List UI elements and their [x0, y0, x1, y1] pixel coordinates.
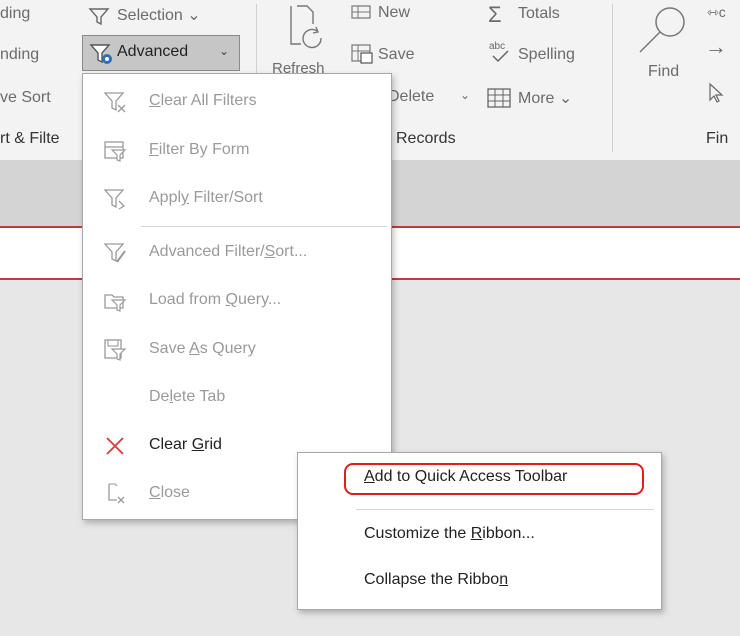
delete-button-label[interactable]: Delete — [388, 88, 434, 106]
menu-item-label: Advanced Filter/Sort... — [149, 243, 308, 260]
apply-filter-icon — [103, 189, 126, 210]
menu-item-filter-by-form[interactable]: Filter By Form — [83, 127, 391, 175]
menu-item-label: Clear All Filters — [149, 92, 257, 109]
chevron-down-icon: ⌄ — [219, 44, 230, 58]
more-button-label[interactable]: More ⌄ — [518, 88, 572, 108]
advanced-filter-icon — [89, 44, 112, 64]
select-pointer-icon[interactable] — [707, 82, 725, 104]
menu-item-advanced-filter-sort[interactable]: Advanced Filter/Sort... — [83, 229, 391, 277]
context-item-customize-the-ribbon[interactable]: Customize the Ribbon... — [298, 512, 661, 558]
menu-separator — [356, 509, 654, 510]
advanced-button[interactable]: Advanced ⌄ — [82, 35, 240, 71]
advanced-filter-icon — [103, 243, 126, 263]
find-group-label: Fin — [706, 130, 729, 147]
records-group-label: Records — [396, 130, 456, 147]
context-item-label: Customize the Ribbon... — [364, 525, 535, 542]
context-item-add-to-quick-access-toolbar[interactable]: Add to Quick Access Toolbar — [298, 455, 661, 501]
descending-button-label[interactable]: nding — [0, 46, 39, 64]
new-record-icon — [351, 5, 371, 19]
spelling-button-label[interactable]: Spelling — [518, 46, 575, 64]
context-item-collapse-the-ribbon[interactable]: Collapse the Ribbon — [298, 558, 661, 604]
totals-button-label[interactable]: Totals — [518, 5, 560, 23]
totals-icon: Σ — [488, 2, 502, 27]
menu-item-save-as-query[interactable]: Save As Query — [83, 326, 391, 374]
find-button-label[interactable]: Find — [648, 63, 679, 81]
more-grid-icon — [487, 88, 511, 108]
menu-separator — [141, 226, 387, 227]
menu-item-apply-filter-sort[interactable]: Apply Filter/Sort — [83, 175, 391, 223]
advanced-button-label: Advanced — [117, 43, 189, 60]
delete-dropdown-icon[interactable]: ⌄ — [460, 88, 470, 102]
menu-item-label: Delete Tab — [149, 388, 226, 405]
refresh-icon — [290, 5, 322, 49]
save-button-label[interactable]: Save — [378, 46, 414, 64]
clear-filter-icon — [103, 92, 126, 113]
load-query-icon — [104, 294, 127, 312]
menu-item-label: Close — [149, 484, 190, 501]
save-query-icon — [104, 339, 127, 361]
replace-icon[interactable]: ⇿c — [707, 4, 726, 21]
menu-item-load-from-query[interactable]: Load from Query... — [83, 277, 391, 325]
context-item-label: Collapse the Ribbon — [364, 571, 509, 588]
menu-item-label: Save As Query — [149, 340, 256, 357]
selection-filter-icon — [88, 8, 110, 26]
sort-filter-group-label: rt & Filte — [0, 130, 60, 147]
menu-item-label: Filter By Form — [149, 141, 250, 158]
goto-arrow-icon[interactable]: → — [705, 34, 727, 60]
close-grid-icon — [108, 483, 125, 504]
remove-sort-button-label[interactable]: ve Sort — [0, 89, 51, 107]
ribbon-context-menu: Add to Quick Access Toolbar Customize th… — [297, 452, 662, 610]
selection-button-label[interactable]: Selection ⌄ — [117, 5, 201, 25]
menu-item-clear-all-filters[interactable]: Clear All Filters — [83, 78, 391, 126]
menu-item-delete-tab[interactable]: Delete Tab — [83, 374, 391, 422]
context-item-label: Add to Quick Access Toolbar — [364, 468, 568, 485]
find-magnifier-icon — [639, 7, 685, 53]
new-button-label[interactable]: New — [378, 4, 410, 22]
save-record-icon — [351, 44, 373, 64]
filter-form-icon — [104, 141, 127, 162]
menu-item-label: Apply Filter/Sort — [149, 189, 263, 206]
group-divider — [612, 4, 613, 152]
red-x-icon — [106, 437, 124, 455]
svg-text:abc: abc — [489, 41, 505, 52]
spelling-icon: abc — [489, 41, 509, 63]
menu-item-label: Load from Query... — [149, 291, 282, 308]
menu-item-label: Clear Grid — [149, 436, 222, 453]
ascending-button-label[interactable]: ding — [0, 5, 30, 23]
